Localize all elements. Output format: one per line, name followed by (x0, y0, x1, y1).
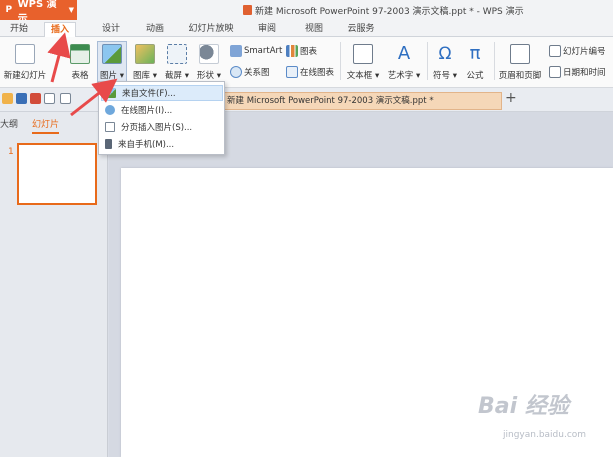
globe-icon (105, 105, 115, 115)
outline-tab[interactable]: 大纲 (0, 117, 18, 130)
new-slide-button[interactable]: 新建幻灯片 (1, 44, 49, 81)
symbol-button[interactable]: Ω 符号 ▾ (432, 44, 458, 81)
menu-item-from-file[interactable]: 来自文件(F)... (101, 85, 223, 101)
ribbon-separator (340, 42, 341, 80)
preview-icon[interactable] (60, 93, 71, 104)
watermark-url: jingyan.baidu.com (503, 430, 587, 440)
tab-slideshow[interactable]: 幻灯片放映 (186, 22, 236, 37)
relation-diagram-button[interactable]: 关系图 (230, 66, 270, 78)
shape-button[interactable]: 形状 ▾ (195, 44, 223, 81)
document-tab[interactable]: 新建 Microsoft PowerPoint 97-2003 演示文稿.ppt… (222, 92, 502, 110)
paged-picture-icon (105, 122, 115, 132)
relation-icon (230, 66, 242, 78)
tab-review[interactable]: 审阅 (254, 22, 280, 37)
baidu-watermark-logo: Bai 经验 (478, 394, 569, 419)
tab-home[interactable]: 开始 (6, 22, 32, 37)
ribbon-separator (494, 42, 495, 80)
screenshot-icon (167, 44, 187, 64)
header-footer-button[interactable]: 页眉和页脚 (497, 44, 543, 81)
textbox-icon (353, 44, 373, 64)
slides-tab[interactable]: 幻灯片 (32, 117, 60, 134)
tab-animation[interactable]: 动画 (142, 22, 168, 37)
wps-logo-icon: P (5, 5, 13, 15)
textbox-button[interactable]: 文本框 ▾ (345, 44, 381, 81)
new-tab-icon[interactable]: + (505, 90, 517, 106)
online-chart-icon (286, 66, 298, 78)
chevron-down-icon: ▼ (68, 6, 74, 14)
menu-item-paged-insert[interactable]: 分页插入图片(S)... (101, 119, 223, 135)
picture-button[interactable]: 图片 ▾ (97, 41, 127, 85)
gallery-icon (135, 44, 155, 64)
table-button[interactable]: 表格 (66, 44, 94, 81)
smartart-button[interactable]: SmartArt (230, 45, 282, 57)
tab-view[interactable]: 视图 (301, 22, 327, 37)
gallery-button[interactable]: 图库 ▾ (131, 44, 159, 81)
slide-number-button[interactable]: 幻灯片编号 (549, 45, 606, 57)
title-bar: P WPS 演示 ▼ 新建 Microsoft PowerPoint 97-20… (0, 0, 613, 25)
open-folder-icon[interactable] (2, 93, 13, 104)
chart-button[interactable]: 图表 (286, 45, 317, 57)
save-icon[interactable] (16, 93, 27, 104)
formula-button[interactable]: π 公式 (462, 43, 488, 82)
table-icon (70, 44, 90, 64)
header-footer-icon (510, 44, 530, 64)
export-pdf-icon[interactable] (30, 93, 41, 104)
slide-number-label: 1 (8, 147, 14, 157)
chart-icon (286, 45, 298, 57)
menu-item-online-picture[interactable]: 在线图片(I)... (101, 102, 223, 118)
tab-insert[interactable]: 插入 (44, 22, 76, 38)
ribbon-separator (427, 42, 428, 80)
calendar-icon (549, 66, 561, 78)
smartart-icon (230, 45, 242, 57)
picture-dropdown-menu: 来自文件(F)... 在线图片(I)... 分页插入图片(S)... 来自手机(… (98, 81, 225, 155)
slide-number-icon (549, 45, 561, 57)
slide-thumbnail[interactable] (17, 143, 97, 205)
menu-item-from-phone[interactable]: 来自手机(M)... (101, 136, 223, 152)
phone-icon (105, 139, 112, 149)
wordart-button[interactable]: A 艺术字 ▾ (386, 43, 422, 82)
datetime-button[interactable]: 日期和时间 (549, 66, 606, 78)
picture-icon (102, 44, 122, 64)
online-chart-button[interactable]: 在线图表 (286, 66, 334, 78)
window-title: 新建 Microsoft PowerPoint 97-2003 演示文稿.ppt… (243, 4, 524, 17)
print-icon[interactable] (44, 93, 55, 104)
picture-file-icon (106, 88, 116, 98)
new-slide-icon (15, 44, 35, 64)
ribbon-tab-strip: 开始 插入 设计 动画 幻灯片放映 审阅 视图 云服务 (0, 20, 613, 38)
tab-cloud[interactable]: 云服务 (345, 22, 377, 37)
screenshot-button[interactable]: 截屏 ▾ (163, 44, 191, 81)
app-menu-button[interactable]: P WPS 演示 ▼ (0, 0, 77, 25)
tab-design[interactable]: 设计 (98, 22, 124, 37)
pi-icon: π (469, 43, 481, 64)
ppt-file-icon (243, 5, 252, 15)
wordart-icon: A (397, 43, 411, 64)
omega-icon: Ω (438, 44, 452, 64)
shape-icon (199, 44, 219, 64)
